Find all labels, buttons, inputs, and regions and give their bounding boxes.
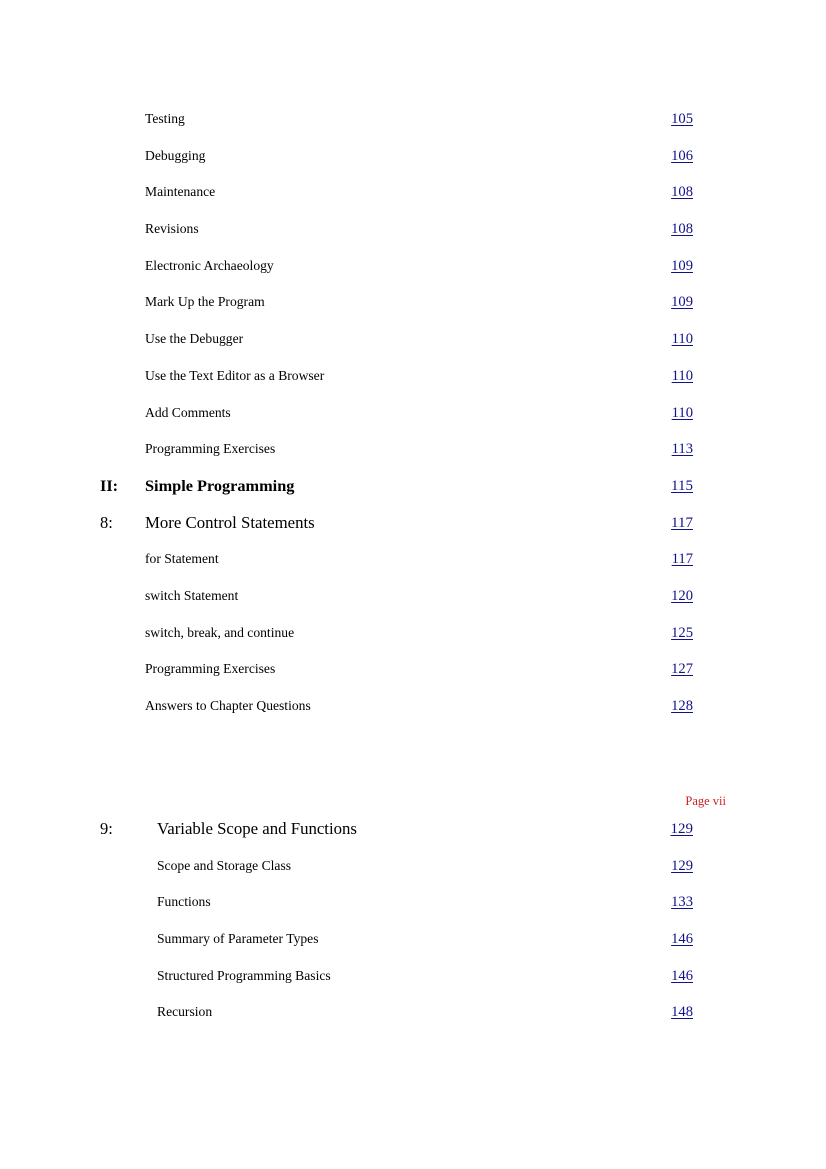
toc-page-link[interactable]: 148	[671, 1001, 693, 1023]
toc-page-link[interactable]: 105	[671, 108, 693, 130]
toc-page-link[interactable]: 120	[671, 585, 693, 607]
toc-page-link[interactable]: 109	[671, 255, 693, 277]
toc-entry-sub: Functions 133	[0, 891, 826, 928]
toc-entry-sub: for Statement 117	[0, 548, 826, 585]
toc-entry-sub: switch, break, and continue 125	[0, 622, 826, 659]
toc-entry-label: Mark Up the Program	[145, 294, 265, 310]
toc-entry-label: Answers to Chapter Questions	[145, 698, 311, 713]
toc-entry-chapter: 8: More Control Statements 117	[0, 512, 826, 549]
toc-page-link[interactable]: 146	[671, 928, 693, 950]
toc-entry-label: Functions	[157, 894, 211, 910]
toc-entry-label: Add Comments	[145, 404, 231, 420]
toc-entry-sub: Revisions 108	[0, 218, 826, 255]
toc-entry-label: Revisions	[145, 221, 199, 237]
toc-entry-label: Variable Scope and Functions	[157, 819, 357, 838]
toc-entry-sub: Use the Text Editor as a Browser 110	[0, 365, 826, 402]
toc-entry-label: Electronic Archaeology	[145, 257, 274, 273]
toc-entry-number: II:	[100, 475, 119, 495]
toc-entry-chapter: 9: Variable Scope and Functions 129	[0, 818, 826, 855]
toc-entry-sub: Use the Debugger 110	[0, 328, 826, 365]
toc-page-link[interactable]: 146	[671, 965, 693, 987]
document-page: Testing 105 Debugging 106 Maintenance 108 Revi…	[0, 0, 826, 1169]
page-break-marker: Page vii	[685, 794, 726, 808]
toc-entry-label: for Statement	[145, 551, 219, 567]
toc-page-link[interactable]: 110	[672, 402, 693, 424]
toc-entry-label: switch, break, and continue	[145, 624, 295, 640]
toc-entry-sub: Recursion 148	[0, 1001, 826, 1038]
toc-entry-label: Summary of Parameter Types	[157, 931, 319, 947]
toc-page-link[interactable]: 115	[671, 475, 693, 497]
toc-page-link[interactable]: 117	[672, 548, 693, 570]
toc-page-link[interactable]: 108	[671, 218, 693, 240]
toc-page-link[interactable]: 125	[671, 622, 693, 644]
toc-entry-label: Recursion	[157, 1004, 213, 1020]
toc-page-link[interactable]: 133	[671, 891, 693, 913]
toc-entry-label: switch Statement	[145, 587, 239, 603]
toc-entry-label: Simple Programming	[145, 475, 295, 495]
toc-page-link[interactable]: 129	[671, 818, 694, 840]
toc-page-link[interactable]: 108	[671, 181, 693, 203]
toc-page-link[interactable]: 110	[672, 328, 693, 350]
toc-entry-sub: Mark Up the Program 109	[0, 291, 826, 328]
toc-section-lower: 9: Variable Scope and Functions 129 Scope a…	[0, 818, 826, 1038]
toc-entry-sub: Maintenance 108	[0, 181, 826, 218]
toc-entry-number: 8:	[100, 512, 113, 532]
toc-entry-number: 9:	[100, 819, 113, 838]
toc-entry-label: More Control Statements	[145, 512, 315, 532]
toc-entry-label: Structured Programming Basics	[157, 967, 331, 983]
toc-entry-label: Maintenance	[145, 184, 216, 200]
toc-entry-sub: Scope and Storage Class 129	[0, 855, 826, 892]
toc-entry-sub: Programming Exercises 113	[0, 438, 826, 475]
toc-entry-label: Debugging	[145, 147, 206, 163]
toc-entry-label: Use the Debugger	[145, 331, 244, 347]
toc-page-link[interactable]: 109	[671, 291, 693, 313]
toc-entry-sub: Testing 105	[0, 108, 826, 145]
toc-page-link[interactable]: 129	[671, 855, 693, 877]
toc-entry-part: II: Simple Programming 115	[0, 475, 826, 512]
toc-entry-sub: Summary of Parameter Types 146	[0, 928, 826, 965]
toc-section-upper: Testing 105 Debugging 106 Maintenance 108 Revi…	[0, 108, 826, 732]
toc-entry-label: Programming Exercises	[145, 441, 276, 457]
toc-entry-label: Programming Exercises	[145, 661, 276, 677]
toc-entry-sub: Programming Exercises 127	[0, 658, 826, 695]
toc-entry-sub: Structured Programming Basics 146	[0, 965, 826, 1002]
toc-entry-label: Use the Text Editor as a Browser	[145, 367, 325, 383]
toc-page-link[interactable]: 128	[671, 695, 693, 717]
toc-entry-sub: Electronic Archaeology 109	[0, 255, 826, 292]
toc-page-link[interactable]: 117	[671, 512, 693, 534]
toc-page-link[interactable]: 110	[672, 365, 693, 387]
toc-entry-sub: Add Comments 110	[0, 402, 826, 439]
toc-entry-sub: Answers to Chapter Questions 128	[0, 695, 826, 732]
toc-page-link[interactable]: 127	[671, 658, 693, 680]
toc-entry-label: Testing	[145, 111, 185, 126]
toc-page-link[interactable]: 106	[671, 145, 693, 167]
toc-entry-sub: Debugging 106	[0, 145, 826, 182]
toc-page-link[interactable]: 113	[672, 438, 693, 460]
toc-entry-label: Scope and Storage Class	[157, 857, 292, 873]
toc-entry-sub: switch Statement 120	[0, 585, 826, 622]
